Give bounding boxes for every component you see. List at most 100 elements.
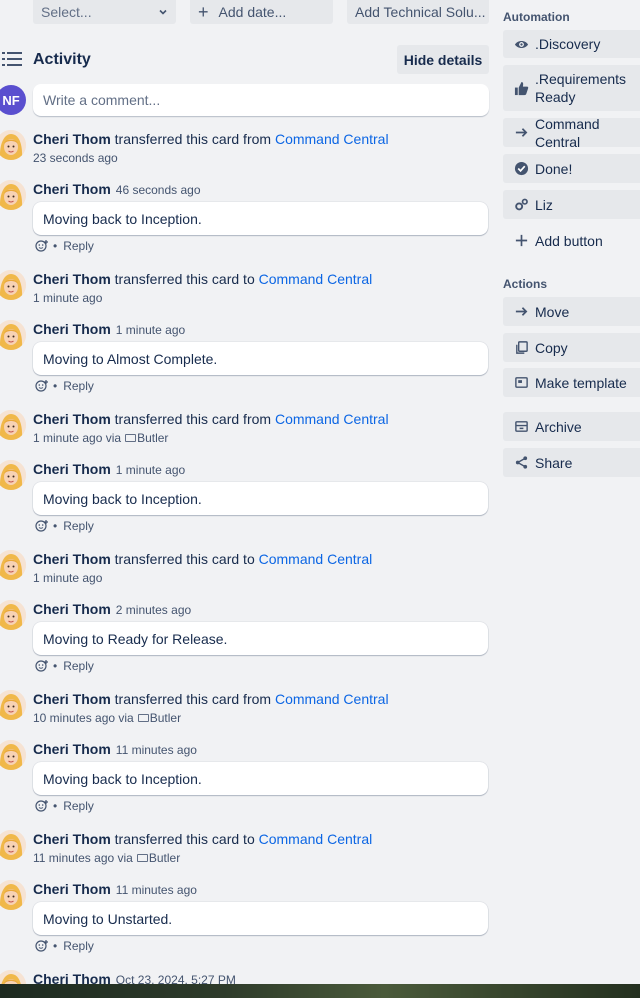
user-avatar[interactable] [0,880,26,910]
add-reaction-icon[interactable] [35,239,49,253]
timestamp-link[interactable]: 10 minutes ago via [33,710,134,726]
reply-link[interactable]: Reply [63,519,94,533]
user-avatar[interactable] [0,130,26,160]
eye-icon [513,36,529,52]
timestamp-link[interactable]: 1 minute ago via [33,430,121,446]
sidebar-button-liz[interactable]: Liz [503,190,640,219]
separator-dot: • [53,799,58,813]
add-reaction-icon[interactable] [35,659,49,673]
timestamp-link[interactable]: 11 minutes ago via [33,850,133,866]
butler-link[interactable]: Butler [149,850,180,866]
butler-link[interactable]: Butler [137,430,168,446]
timestamp-link[interactable]: 2 minutes ago [116,603,191,617]
user-name[interactable]: Cheri Thom [33,321,111,337]
timestamp-link[interactable]: 11 minutes ago [116,743,197,757]
user-avatar[interactable] [0,550,26,580]
user-name[interactable]: Cheri Thom [33,271,111,287]
timestamp-link[interactable]: 1 minute ago [116,463,185,477]
sidebar-button-archive[interactable]: Archive [503,412,640,441]
timestamp-link[interactable]: 1 minute ago [33,570,102,586]
user-avatar[interactable] [0,320,26,350]
share-icon [513,455,529,471]
sidebar-button-requirements-ready[interactable]: .Requirements Ready [503,65,640,111]
sidebar-button-label: Done! [535,160,573,177]
board-link[interactable]: Command Central [259,831,373,847]
sidebar-button-make-template[interactable]: Make template [503,368,640,397]
add-reaction-icon[interactable] [35,379,49,393]
sidebar-button-done[interactable]: Done! [503,154,640,183]
user-avatar[interactable] [0,740,26,770]
user-name[interactable]: Cheri Thom [33,881,111,897]
comment-actions: • Reply [35,799,94,813]
user-name[interactable]: Cheri Thom [33,461,111,477]
comment-actions: • Reply [35,659,94,673]
activity-timestamp-row: 1 minute ago via Butler [33,430,168,446]
user-avatar[interactable] [0,690,26,720]
sidebar-button-label: Copy [535,339,568,356]
gears-icon [513,197,529,213]
user-avatar[interactable] [0,460,26,490]
butler-link[interactable]: Butler [150,710,181,726]
comment-text: Moving back to Inception. [33,202,488,235]
board-link[interactable]: Command Central [275,411,389,427]
user-avatar[interactable] [0,600,26,630]
user-name[interactable]: Cheri Thom [33,551,111,567]
reply-link[interactable]: Reply [63,379,94,393]
actions-section-label: Actions [503,277,548,291]
user-name[interactable]: Cheri Thom [33,601,111,617]
sidebar-button-copy[interactable]: Copy [503,333,640,362]
sidebar-button-move[interactable]: Move [503,297,640,326]
comment-actions: • Reply [35,239,94,253]
reply-link[interactable]: Reply [63,239,94,253]
timestamp-link[interactable]: 1 minute ago [116,323,185,337]
add-reaction-icon[interactable] [35,799,49,813]
timestamp-link[interactable]: 1 minute ago [33,290,102,306]
user-avatar[interactable] [0,180,26,210]
activity-timestamp-row: 11 minutes ago via Butler [33,850,180,866]
user-name[interactable]: Cheri Thom [33,691,111,707]
user-name[interactable]: Cheri Thom [33,831,111,847]
board-link[interactable]: Command Central [275,131,389,147]
arrow-right-icon [513,304,529,320]
check-circle-icon [513,161,529,177]
separator-dot: • [53,659,58,673]
sidebar-button-command-central[interactable]: Command Central [503,118,640,147]
board-link[interactable]: Command Central [275,691,389,707]
comment-text: Moving back to Inception. [33,482,488,515]
user-name[interactable]: Cheri Thom [33,181,111,197]
timestamp-link[interactable]: 46 seconds ago [116,183,201,197]
activity-action: transferred this card to [110,831,259,847]
board-link[interactable]: Command Central [259,551,373,567]
reply-link[interactable]: Reply [63,939,94,953]
sidebar-button-discovery[interactable]: .Discovery [503,30,640,58]
comment-actions: • Reply [35,519,94,533]
user-avatar[interactable] [0,830,26,860]
add-reaction-icon[interactable] [35,519,49,533]
arrow-right-icon [513,125,529,141]
comment-text: Moving to Ready for Release. [33,622,488,655]
activity-line: Cheri Thom transferred this card from Co… [33,410,389,428]
activity-item: Cheri Thom transferred this card to Comm… [0,270,500,310]
reply-link[interactable]: Reply [63,659,94,673]
activity-line: Cheri Thom 46 seconds ago [33,180,201,199]
user-name[interactable]: Cheri Thom [33,411,111,427]
activity-line: Cheri Thom 11 minutes ago [33,740,197,759]
butler-icon [136,854,148,862]
activity-line: Cheri Thom transferred this card to Comm… [33,830,372,848]
board-link[interactable]: Command Central [259,271,373,287]
activity-line: Cheri Thom 2 minutes ago [33,600,191,619]
sidebar-button-share[interactable]: Share [503,448,640,477]
timestamp-link[interactable]: 23 seconds ago [33,150,118,166]
comment-item: Cheri Thom 11 minutes ago Moving to Unstar… [0,880,500,960]
add-reaction-icon[interactable] [35,939,49,953]
reply-link[interactable]: Reply [63,799,94,813]
activity-item: Cheri Thom transferred this card to Comm… [0,550,500,590]
user-name[interactable]: Cheri Thom [33,131,111,147]
sidebar-button-add-button[interactable]: Add button [503,226,640,255]
user-avatar[interactable] [0,410,26,440]
user-avatar[interactable] [0,270,26,300]
user-name[interactable]: Cheri Thom [33,741,111,757]
activity-line: Cheri Thom transferred this card to Comm… [33,550,372,568]
timestamp-link[interactable]: 11 minutes ago [116,883,197,897]
butler-icon [125,434,137,442]
